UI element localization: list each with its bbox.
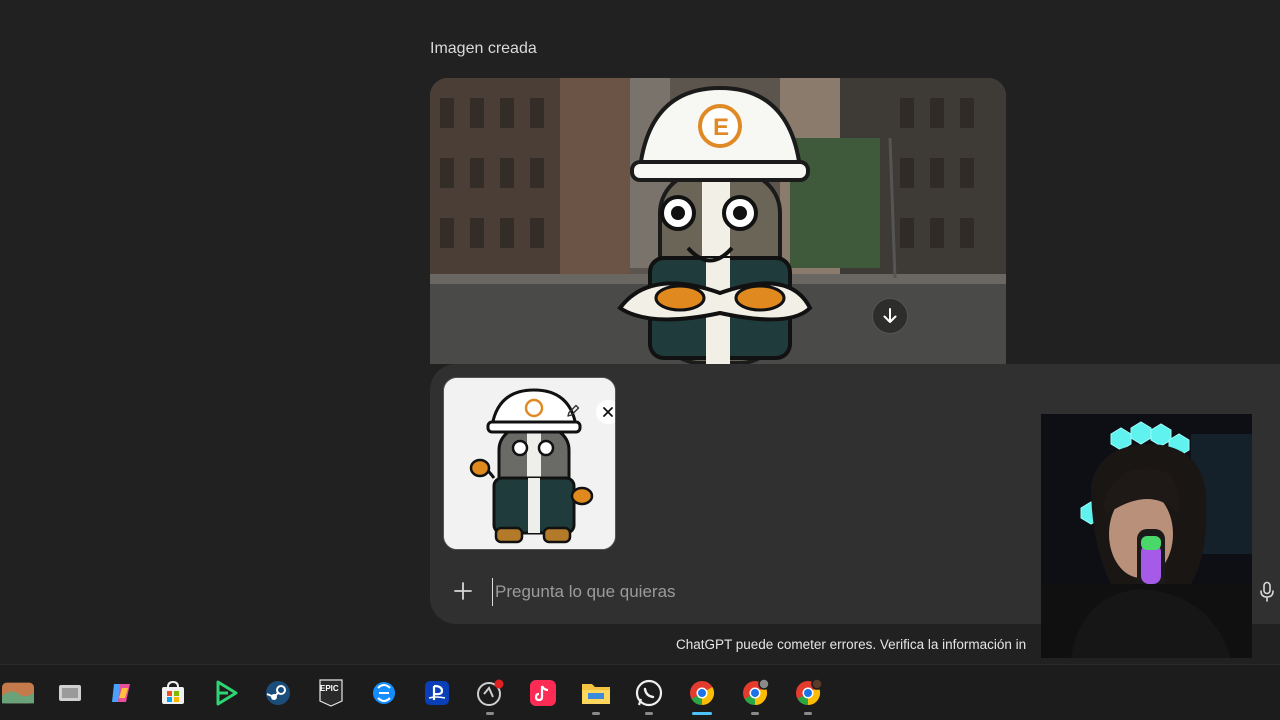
epic-label: EPIC xyxy=(320,684,339,693)
chat-window: Imagen creada E Pregunta lo que quieras … xyxy=(0,0,1280,664)
pencil-icon xyxy=(567,404,580,417)
image-created-label: Imagen creada xyxy=(430,40,537,57)
close-icon xyxy=(603,407,613,417)
windows-taskbar: EPIC xyxy=(0,664,1280,720)
steam-icon xyxy=(266,681,290,705)
taskbar-chrome-1[interactable] xyxy=(686,677,718,715)
taskbar-chrome-3[interactable] xyxy=(792,677,824,715)
copilot-icon xyxy=(112,684,130,702)
recorder-icon xyxy=(477,679,504,706)
play-launcher-icon xyxy=(216,680,238,706)
voice-input-button[interactable] xyxy=(1256,580,1278,604)
tiktok-icon xyxy=(530,680,556,706)
chrome-profile-icon xyxy=(796,679,822,705)
task-view-icon xyxy=(59,685,81,701)
taskbar-recorder[interactable] xyxy=(474,677,506,715)
folder-icon xyxy=(582,684,610,704)
chrome-icon xyxy=(690,681,715,705)
plus-icon xyxy=(454,582,472,600)
running-indicator xyxy=(645,712,653,715)
running-indicator xyxy=(592,712,600,715)
generated-image[interactable]: E xyxy=(430,78,1006,364)
arrow-down-icon xyxy=(883,308,897,323)
remove-attachment-button[interactable] xyxy=(596,400,615,424)
taskbar-file-explorer[interactable] xyxy=(580,677,612,715)
microphone-icon xyxy=(1260,581,1274,602)
webcam-overlay xyxy=(1041,414,1252,658)
add-attachment-button[interactable] xyxy=(450,578,476,604)
widgets-icon xyxy=(2,682,34,704)
taskbar-game-launcher[interactable] xyxy=(210,677,242,709)
download-image-button[interactable] xyxy=(872,298,908,334)
taskbar-chrome-2[interactable] xyxy=(739,677,771,715)
taskbar-epic-games[interactable]: EPIC xyxy=(315,677,347,709)
running-indicator xyxy=(751,712,759,715)
whatsapp-icon xyxy=(635,679,663,707)
chrome-profile-icon xyxy=(743,679,769,705)
active-indicator xyxy=(692,712,712,715)
attached-image-thumbnail[interactable] xyxy=(443,377,616,550)
taskbar-widgets[interactable] xyxy=(2,677,34,709)
svg-text:E: E xyxy=(713,114,729,141)
taskbar-microsoft-store[interactable] xyxy=(157,677,189,709)
edit-attachment-button[interactable] xyxy=(562,400,584,422)
taskbar-tiktok[interactable] xyxy=(527,677,559,709)
taskbar-playstation[interactable] xyxy=(421,677,453,709)
taskbar-steam[interactable] xyxy=(262,677,294,709)
store-icon xyxy=(162,680,184,704)
taskbar-task-view[interactable] xyxy=(54,677,86,709)
taskbar-copilot[interactable] xyxy=(105,677,137,709)
battle-net-icon xyxy=(373,682,395,704)
disclaimer-text: ChatGPT puede cometer errores. Verifica … xyxy=(676,637,1027,652)
prompt-input[interactable] xyxy=(492,578,1032,606)
taskbar-whatsapp[interactable] xyxy=(633,677,665,715)
taskbar-battle-net[interactable] xyxy=(368,677,400,709)
running-indicator xyxy=(486,712,494,715)
running-indicator xyxy=(804,712,812,715)
playstation-icon xyxy=(425,681,449,705)
